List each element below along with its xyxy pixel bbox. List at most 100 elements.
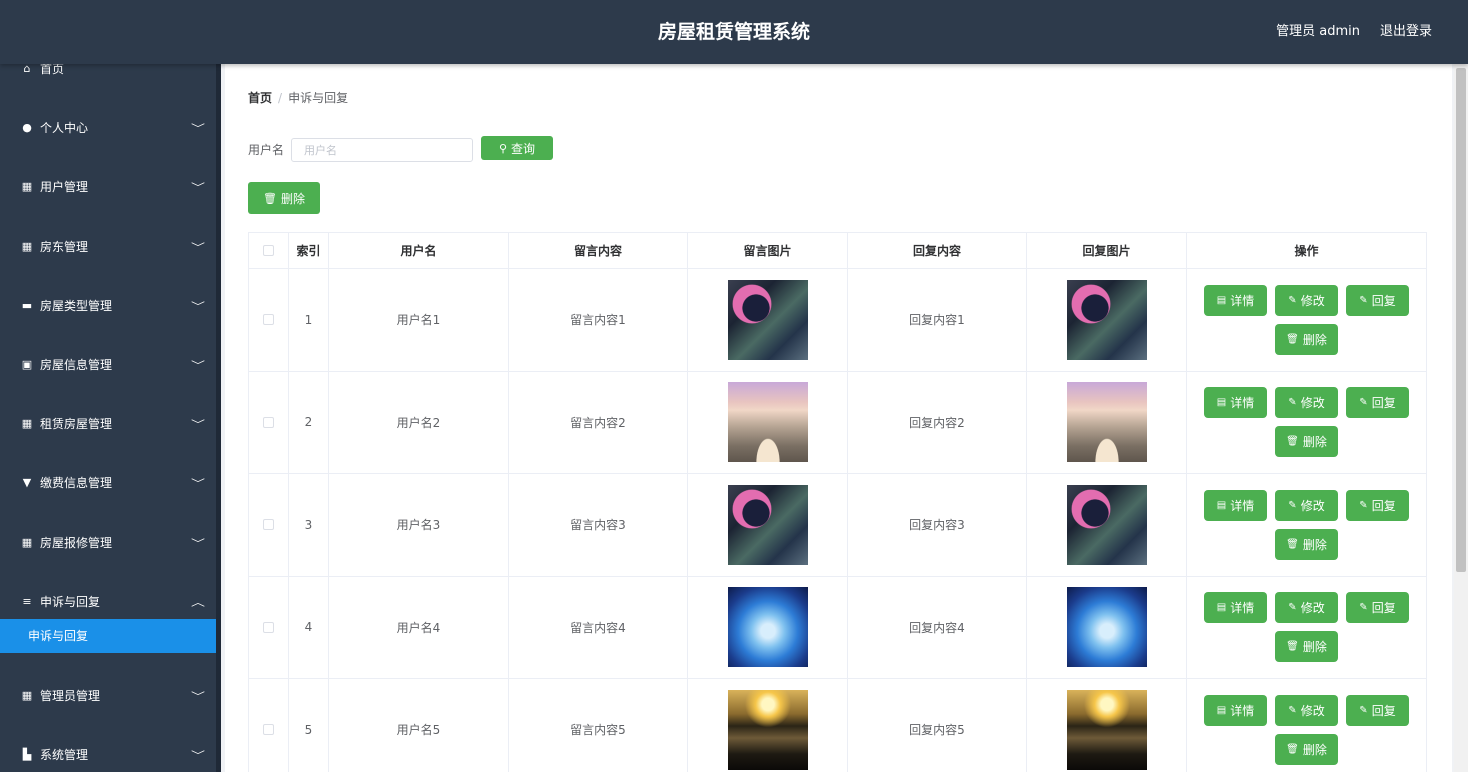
reply-label: 回复 (1371, 498, 1396, 513)
edit-button[interactable]: ✎ 修改 (1275, 592, 1338, 624)
delete-button[interactable]: 🗑 删除 (1275, 631, 1338, 663)
detail-button[interactable]: ▤ 详情 (1204, 592, 1267, 624)
reply-button[interactable]: ✎ 回复 (1346, 694, 1409, 726)
message-image[interactable] (727, 279, 808, 360)
sidebar-item-label: 租赁房屋管理 (40, 416, 113, 431)
select-all-checkbox[interactable] (263, 245, 274, 256)
cell-reply: 回复内容2 (848, 371, 1027, 473)
row-checkbox[interactable] (263, 519, 274, 531)
logout-link[interactable]: 退出登录 (1380, 0, 1432, 64)
delete-button[interactable]: 🗑 删除 (1275, 528, 1338, 560)
edit-label: 修改 (1300, 703, 1325, 718)
pencil-icon: ✎ (1359, 294, 1368, 306)
row-select-cell[interactable] (249, 679, 289, 772)
sidebar-item-2[interactable]: ▦ 用户管理 ﹀ (0, 168, 216, 204)
current-user: 管理员 admin (1276, 24, 1360, 39)
header-select-all[interactable] (249, 233, 289, 268)
content-scrollbar[interactable] (1454, 64, 1468, 772)
sidebar-item-0[interactable]: ⌂ 首页 (0, 64, 216, 86)
detail-label: 详情 (1230, 293, 1255, 308)
reply-image[interactable] (1066, 689, 1147, 770)
edit-button[interactable]: ✎ 修改 (1275, 489, 1338, 521)
detail-label: 详情 (1230, 396, 1255, 411)
trash-icon: 🗑 (1286, 333, 1299, 345)
batch-delete-button[interactable]: 🗑 删除 (248, 182, 320, 214)
document-icon: ▤ (1216, 294, 1227, 306)
table-body: 1 用户名1 留言内容1 回复内容1 ▤ 详情 ✎ 修改 ✎ 回复 🗑 删除 2 用户名2 留言内容2 回复内… (249, 269, 1426, 772)
document-icon: ▤ (1216, 397, 1227, 409)
reply-image[interactable] (1066, 587, 1147, 668)
reply-image[interactable] (1066, 382, 1147, 463)
delete-label: 删除 (1302, 742, 1327, 757)
action-group: ▤ 详情 ✎ 修改 ✎ 回复 🗑 删除 (1197, 694, 1417, 765)
sidebar-item-9[interactable]: ≡ 申诉与回复 ︿ (0, 583, 216, 619)
message-image[interactable] (727, 689, 808, 770)
submenu-item-complaint-reply[interactable]: 申诉与回复 (0, 619, 216, 653)
table-row: 5 用户名5 留言内容5 回复内容5 ▤ 详情 ✎ 修改 ✎ 回复 🗑 删除 (249, 679, 1426, 772)
detail-button[interactable]: ▤ 详情 (1204, 387, 1267, 419)
drawer-icon: ▬ (21, 298, 33, 312)
cell-index: 4 (289, 576, 329, 678)
sidebar-item-7[interactable]: ▼ 缴费信息管理 ﹀ (0, 464, 216, 500)
pencil-icon: ✎ (1288, 704, 1297, 716)
edit-button[interactable]: ✎ 修改 (1275, 387, 1338, 419)
scrollbar-thumb[interactable] (1456, 68, 1466, 572)
cell-username: 用户名2 (329, 371, 509, 473)
detail-button[interactable]: ▤ 详情 (1204, 284, 1267, 316)
row-select-cell[interactable] (249, 576, 289, 678)
username-search-input[interactable] (291, 138, 473, 162)
chevron-down-icon: ﹀ (191, 301, 205, 313)
chevron-down-icon: ﹀ (191, 360, 205, 372)
sidebar-item-1[interactable]: ● 个人中心 ﹀ (0, 109, 216, 145)
message-image[interactable] (727, 484, 808, 565)
reply-button[interactable]: ✎ 回复 (1346, 284, 1409, 316)
search-button[interactable]: ⚲ 查询 (481, 136, 553, 160)
sidebar-item-4[interactable]: ▬ 房屋类型管理 ﹀ (0, 287, 216, 323)
reply-image[interactable] (1066, 484, 1147, 565)
main-content: 首页/申诉与回复 用户名 ⚲查询 🗑删除 索引 用户名 留言内容 留言图片 回复… (221, 64, 1468, 772)
row-checkbox[interactable] (263, 416, 274, 428)
trophy-icon: ▼ (22, 475, 32, 489)
detail-button[interactable]: ▤ 详情 (1204, 694, 1267, 726)
cell-message-image (688, 269, 848, 371)
edit-button[interactable]: ✎ 修改 (1275, 284, 1338, 316)
edit-button[interactable]: ✎ 修改 (1275, 694, 1338, 726)
sidebar-item-10[interactable]: ▦ 管理员管理 ﹀ (0, 677, 216, 713)
sidebar-item-11[interactable]: ▙ 系统管理 ﹀ (0, 736, 216, 772)
row-checkbox[interactable] (263, 621, 274, 633)
breadcrumb-home[interactable]: 首页 (248, 91, 272, 105)
search-label: 用户名 (248, 143, 285, 157)
delete-button[interactable]: 🗑 删除 (1275, 733, 1338, 765)
row-checkbox[interactable] (263, 314, 274, 326)
row-select-cell[interactable] (249, 269, 289, 371)
sidebar-item-6[interactable]: ▦ 租赁房屋管理 ﹀ (0, 405, 216, 441)
sidebar-item-8[interactable]: ▦ 房屋报修管理 ﹀ (0, 524, 216, 560)
header-index: 索引 (289, 233, 329, 268)
header-actions: 操作 (1294, 244, 1319, 258)
app-title: 房屋租赁管理系统 (657, 21, 810, 43)
cell-message: 留言内容1 (509, 269, 688, 371)
reply-button[interactable]: ✎ 回复 (1346, 489, 1409, 521)
detail-button[interactable]: ▤ 详情 (1204, 489, 1267, 521)
cell-reply: 回复内容4 (848, 576, 1027, 678)
delete-button[interactable]: 🗑 删除 (1275, 426, 1338, 458)
message-image[interactable] (727, 587, 808, 668)
row-select-cell[interactable] (249, 371, 289, 473)
reply-image[interactable] (1066, 279, 1147, 360)
document-icon: ▤ (1216, 704, 1227, 716)
header-reply: 回复内容 (848, 233, 1027, 268)
cell-reply-image (1027, 679, 1187, 772)
delete-button[interactable]: 🗑 删除 (1275, 323, 1338, 355)
sidebar-item-5[interactable]: ▣ 房屋信息管理 ﹀ (0, 346, 216, 382)
reply-button[interactable]: ✎ 回复 (1346, 592, 1409, 624)
reply-button[interactable]: ✎ 回复 (1346, 387, 1409, 419)
sidebar-item-3[interactable]: ▦ 房东管理 ﹀ (0, 228, 216, 264)
trash-icon: 🗑 (1286, 641, 1299, 653)
message-image[interactable] (727, 382, 808, 463)
cell-reply-image (1027, 576, 1187, 678)
grid-icon: ▦ (21, 688, 33, 702)
row-select-cell[interactable] (249, 474, 289, 576)
row-checkbox[interactable] (263, 724, 274, 736)
header-reply-image: 回复图片 (1027, 233, 1187, 268)
chevron-down-icon: ﹀ (191, 691, 205, 703)
